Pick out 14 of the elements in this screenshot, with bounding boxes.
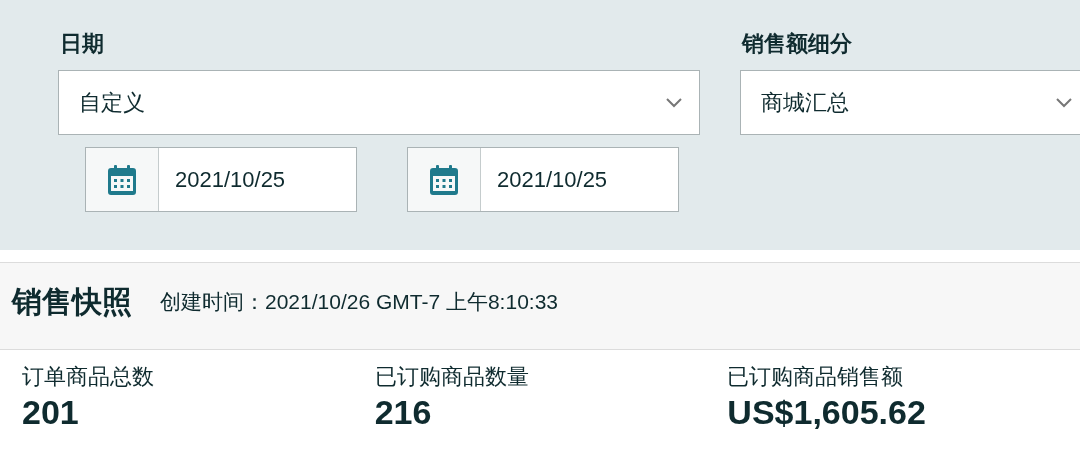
metric-label: 订单商品总数	[22, 363, 155, 391]
sales-breakdown-label: 销售额细分	[742, 30, 853, 58]
metric-label: 已订购商品销售额	[727, 363, 905, 391]
metric-value: 201	[22, 392, 80, 432]
date-range-dropdown[interactable]: 自定义	[58, 70, 700, 135]
chevron-down-icon	[1055, 97, 1073, 108]
metric-value: 216	[374, 392, 433, 432]
metric-value: US$1,605.62	[727, 392, 927, 432]
snapshot-title: 销售快照	[12, 283, 132, 320]
created-time: 创建时间：2021/10/26 GMT-7 上午8:10:33	[160, 289, 558, 315]
chevron-down-icon	[665, 97, 683, 108]
metric-label: 已订购商品数量	[374, 363, 530, 391]
sales-breakdown-dropdown[interactable]: 商城汇总	[740, 70, 1080, 135]
date-label: 日期	[60, 30, 105, 58]
